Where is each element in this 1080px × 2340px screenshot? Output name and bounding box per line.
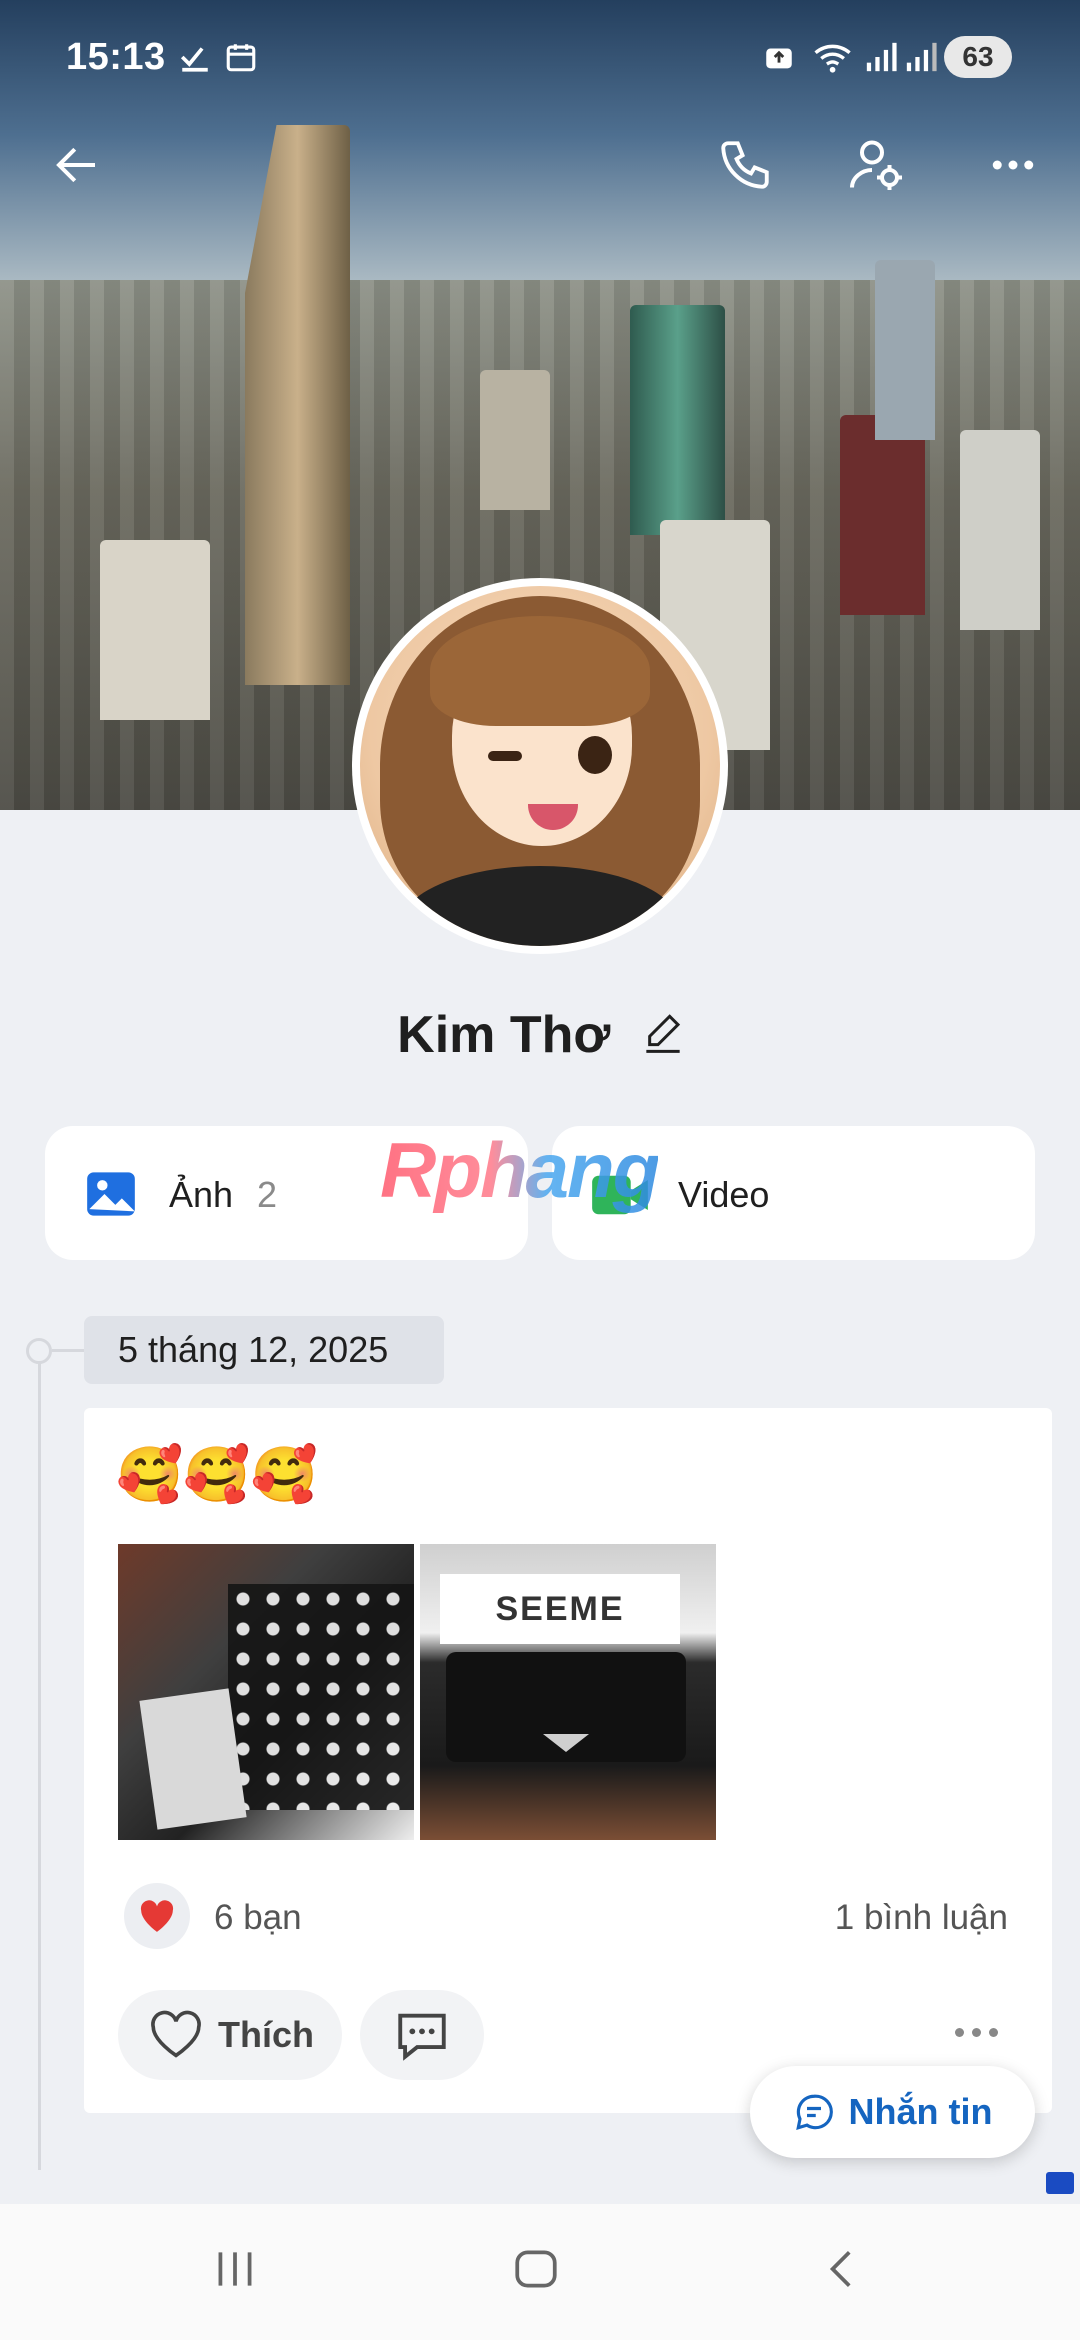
chevron-left-icon xyxy=(829,2251,851,2287)
dot-icon xyxy=(955,2028,964,2037)
watermark-logo: Rphang xyxy=(380,1126,660,1214)
home-icon xyxy=(515,2250,557,2288)
heart-icon xyxy=(140,1900,174,1932)
cover-building xyxy=(100,540,210,720)
timeline-line xyxy=(38,1350,41,2170)
avatar-bangs xyxy=(430,616,650,726)
avatar-eye xyxy=(578,736,612,774)
cover-tower xyxy=(245,125,350,685)
profile-name: Kim Thơ xyxy=(0,1005,1080,1068)
profile-settings-button[interactable] xyxy=(842,130,912,200)
video-label: Video xyxy=(678,1174,770,1215)
message-button[interactable]: Nhắn tin xyxy=(750,2066,1035,2158)
comment-count[interactable]: 1 bình luận xyxy=(835,1898,1008,1938)
dot-icon xyxy=(972,2028,981,2037)
timeline-connector xyxy=(52,1349,84,1352)
reaction-count[interactable]: 6 bạn xyxy=(214,1898,302,1938)
heart-outline-icon xyxy=(151,2010,201,2058)
photos-count: 2 xyxy=(257,1174,278,1215)
call-button[interactable] xyxy=(710,130,780,200)
avatar-eye-wink xyxy=(488,751,522,761)
signal-icon xyxy=(904,40,938,82)
status-time: 15:13 xyxy=(66,36,166,78)
like-label: Thích xyxy=(218,2014,314,2055)
cover-building xyxy=(875,260,935,440)
calendar-icon xyxy=(224,40,258,82)
photo-object xyxy=(139,1688,247,1830)
post-more-button[interactable] xyxy=(955,2028,998,2037)
pencil-icon xyxy=(646,1014,680,1054)
check-icon xyxy=(178,40,212,82)
status-bar: 15:13 63 xyxy=(0,0,1080,120)
avatar-image xyxy=(360,586,720,946)
arrow-left-icon xyxy=(56,147,95,183)
cover-building xyxy=(840,415,925,615)
system-nav-bar xyxy=(0,2204,1080,2340)
home-button[interactable] xyxy=(508,2244,564,2299)
post-photo[interactable]: SEEME xyxy=(420,1544,716,1840)
phone-icon xyxy=(721,141,769,189)
photo-box-text: SEEME xyxy=(440,1574,680,1644)
message-label: Nhắn tin xyxy=(848,2091,993,2132)
recent-apps-icon xyxy=(218,2252,252,2286)
photo-purse xyxy=(446,1652,686,1762)
edit-name-button[interactable] xyxy=(643,1008,683,1068)
signal-icon xyxy=(864,40,898,82)
user-settings-icon xyxy=(850,140,902,190)
timeline-dot xyxy=(26,1338,52,1364)
cover-building xyxy=(960,430,1040,630)
photos-label: Ảnh xyxy=(169,1174,234,1215)
post-photo[interactable] xyxy=(118,1544,414,1840)
cloud-upload-icon xyxy=(762,40,796,82)
dot-icon xyxy=(989,2028,998,2037)
reaction-button[interactable] xyxy=(124,1883,190,1949)
comment-icon xyxy=(398,2013,446,2061)
more-horizontal-icon xyxy=(992,160,1034,170)
system-back-button[interactable] xyxy=(818,2244,868,2299)
profile-name-text: Kim Thơ xyxy=(397,1006,611,1064)
recent-apps-button[interactable] xyxy=(210,2244,260,2299)
avatar[interactable] xyxy=(352,578,728,954)
timeline-date: 5 tháng 12, 2025 xyxy=(84,1316,444,1384)
polka-dot-dress xyxy=(228,1584,414,1810)
chat-bubble-icon xyxy=(795,2094,833,2131)
comment-button[interactable] xyxy=(360,1990,484,2080)
floating-badge-icon xyxy=(1046,2172,1074,2194)
wifi-icon xyxy=(812,40,856,82)
back-button[interactable] xyxy=(42,130,112,200)
like-button[interactable]: Thích xyxy=(118,1990,342,2080)
cover-building xyxy=(630,305,725,535)
post-text: 🥰🥰🥰 xyxy=(116,1445,318,1505)
image-icon xyxy=(85,1168,137,1225)
more-button[interactable] xyxy=(978,130,1048,200)
post-card[interactable]: 🥰🥰🥰 SEEME 6 bạn 1 bình luận Thích xyxy=(84,1408,1052,2113)
cover-building xyxy=(480,370,550,510)
battery-indicator: 63 xyxy=(944,36,1012,78)
